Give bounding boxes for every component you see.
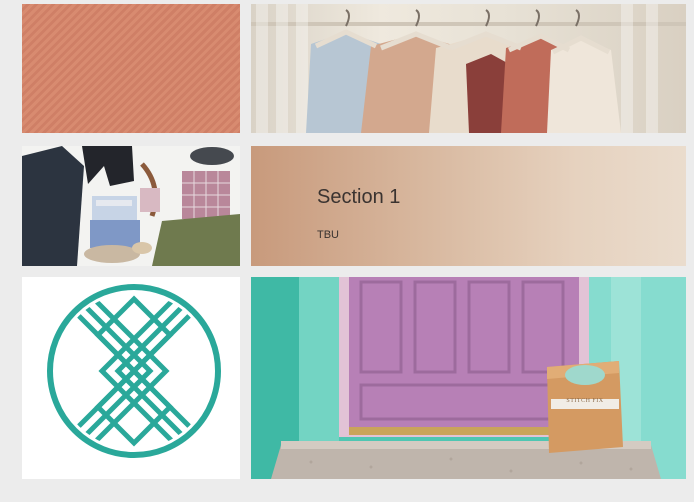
logo-tile (22, 277, 240, 479)
box-label: STITCH FIX (566, 398, 604, 404)
flat-lay-illustration (22, 146, 240, 266)
section-subtitle: TBU (317, 229, 339, 241)
clothes-hangers-illustration (251, 4, 686, 133)
clothes-hangers-image (251, 4, 686, 133)
stitch-fix-logo-icon (47, 284, 221, 458)
pattern-tile (22, 4, 240, 133)
flat-lay-image (22, 146, 240, 266)
door-illustration (251, 277, 686, 479)
section-card: Section 1 TBU (251, 146, 686, 266)
door-image: STITCH FIX (251, 277, 686, 479)
section-title: Section 1 (317, 186, 401, 208)
